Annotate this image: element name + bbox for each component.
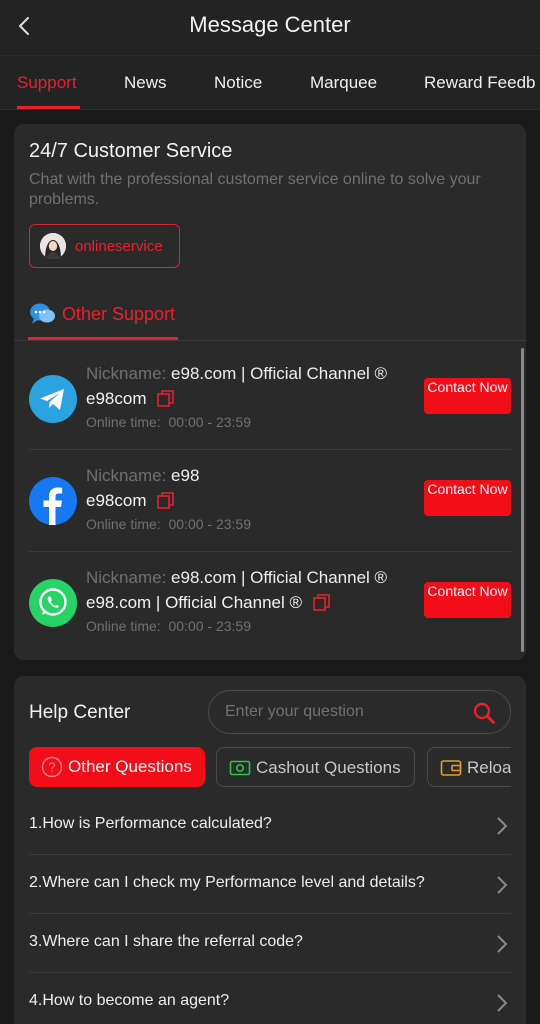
help-center-title: Help Center — [29, 702, 131, 723]
scrollbar[interactable] — [521, 348, 524, 652]
category-cashout-questions[interactable]: Cashout Questions — [216, 747, 415, 787]
channel-online-time: Online time: 00:00 - 23:59 — [86, 516, 251, 532]
contact-now-button[interactable]: Contact Now — [424, 378, 511, 414]
svg-text:?: ? — [48, 760, 55, 775]
faq-item[interactable]: 1.How is Performance calculated? — [29, 797, 511, 855]
faq-question: 4.How to become an agent? — [29, 992, 230, 1009]
tab-bar: Support News Notice Marquee Reward Feedb — [0, 56, 540, 110]
copy-icon[interactable] — [312, 594, 330, 611]
faq-question: 2.Where can I check my Performance level… — [29, 874, 425, 891]
chevron-right-icon — [497, 935, 508, 953]
faq-question: 1.How is Performance calculated? — [29, 815, 272, 832]
tab-news[interactable]: News — [124, 73, 167, 93]
copy-icon[interactable] — [157, 492, 175, 509]
contact-now-button[interactable]: Contact Now — [424, 582, 511, 618]
channel-id: e98com — [86, 389, 175, 409]
chevron-right-icon — [497, 994, 508, 1012]
tab-reward-feedback[interactable]: Reward Feedb — [424, 73, 536, 93]
page-title: Message Center — [189, 12, 351, 37]
help-center-card: Help Center Enter your question ? Other … — [14, 676, 526, 1024]
divider — [14, 340, 526, 341]
customer-service-description: Chat with the professional customer serv… — [29, 171, 481, 208]
online-service-label: onlineservice — [75, 238, 163, 255]
contact-now-button[interactable]: Contact Now — [424, 480, 511, 516]
category-reload[interactable]: Reload — [427, 747, 511, 787]
telegram-icon — [29, 375, 77, 423]
support-channel-row: Nickname: e98.com | Official Channel ® e… — [14, 552, 514, 654]
channel-id: e98.com | Official Channel ® — [86, 593, 330, 613]
other-support-tab[interactable]: Other Support — [62, 304, 175, 325]
tab-marquee[interactable]: Marquee — [310, 73, 377, 93]
customer-service-title: 24/7 Customer Service — [29, 140, 233, 162]
channel-online-time: Online time: 00:00 - 23:59 — [86, 618, 251, 634]
tab-support[interactable]: Support — [17, 73, 77, 93]
faq-item[interactable]: 2.Where can I check my Performance level… — [29, 856, 511, 914]
search-placeholder: Enter your question — [225, 703, 364, 720]
category-other-questions[interactable]: ? Other Questions — [29, 747, 205, 787]
customer-service-card: 24/7 Customer Service Chat with the prof… — [14, 124, 526, 660]
question-search-input[interactable]: Enter your question — [208, 690, 511, 734]
chevron-right-icon — [497, 817, 508, 835]
app-header: Message Center — [0, 0, 540, 56]
facebook-icon — [29, 477, 77, 525]
channel-nickname: Nickname: e98 — [86, 466, 200, 485]
faq-item[interactable]: 4.How to become an agent? — [29, 974, 511, 1024]
support-channel-row: Nickname: e98.com | Official Channel ® e… — [14, 348, 514, 450]
channel-nickname: Nickname: e98.com | Official Channel ® — [86, 364, 388, 383]
channel-nickname: Nickname: e98.com | Official Channel ® — [86, 568, 388, 587]
question-icon: ? — [41, 756, 63, 778]
active-tab-indicator — [17, 106, 80, 109]
whatsapp-icon — [29, 579, 77, 627]
agent-avatar — [40, 233, 66, 259]
support-channel-row: Nickname: e98 e98com Online time: 00:00 … — [14, 450, 514, 552]
faq-item[interactable]: 3.Where can I share the referral code? — [29, 915, 511, 973]
cash-icon — [229, 760, 251, 776]
wallet-icon — [440, 760, 462, 776]
channel-id: e98com — [86, 491, 175, 511]
online-service-button[interactable]: onlineservice — [29, 224, 180, 268]
tab-notice[interactable]: Notice — [214, 73, 262, 93]
search-icon[interactable] — [472, 701, 496, 725]
channel-online-time: Online time: 00:00 - 23:59 — [86, 414, 251, 430]
chat-bubbles-icon — [30, 303, 55, 324]
chevron-right-icon — [497, 876, 508, 894]
copy-icon[interactable] — [157, 390, 175, 407]
faq-question: 3.Where can I share the referral code? — [29, 933, 303, 950]
